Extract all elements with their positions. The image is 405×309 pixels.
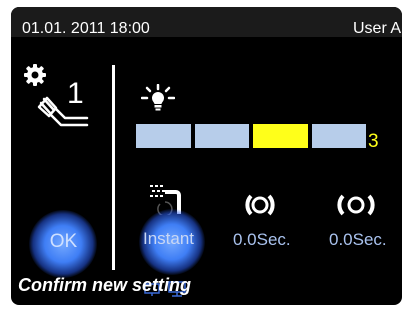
delay-open-value[interactable]: 0.0Sec. xyxy=(329,231,387,248)
instant-button[interactable]: Instant xyxy=(143,230,194,247)
dental-unit-screen: 01.01. 2011 18:00 User A 1 3 OK Instant … xyxy=(11,7,402,305)
vertical-divider xyxy=(112,65,115,270)
light-intensity-bar[interactable] xyxy=(136,124,366,148)
ring-closed-icon[interactable] xyxy=(243,193,277,222)
ok-button[interactable]: OK xyxy=(40,232,87,251)
confirm-prompt: Confirm new setting xyxy=(18,275,192,295)
delay-closed-value[interactable]: 0.0Sec. xyxy=(233,231,291,248)
intensity-segment[interactable] xyxy=(136,124,191,148)
intensity-segment-selected[interactable] xyxy=(253,124,308,148)
datetime: 01.01. 2011 18:00 xyxy=(22,20,150,37)
gear-icon[interactable] xyxy=(24,64,46,91)
intensity-segment[interactable] xyxy=(194,124,249,148)
intensity-segment[interactable] xyxy=(311,124,366,148)
ring-open-icon[interactable] xyxy=(336,193,376,222)
handpiece-icon xyxy=(37,95,89,136)
light-level-value: 3 xyxy=(368,131,379,152)
light-bulb-icon xyxy=(140,83,176,117)
user-name[interactable]: User A xyxy=(353,21,401,37)
